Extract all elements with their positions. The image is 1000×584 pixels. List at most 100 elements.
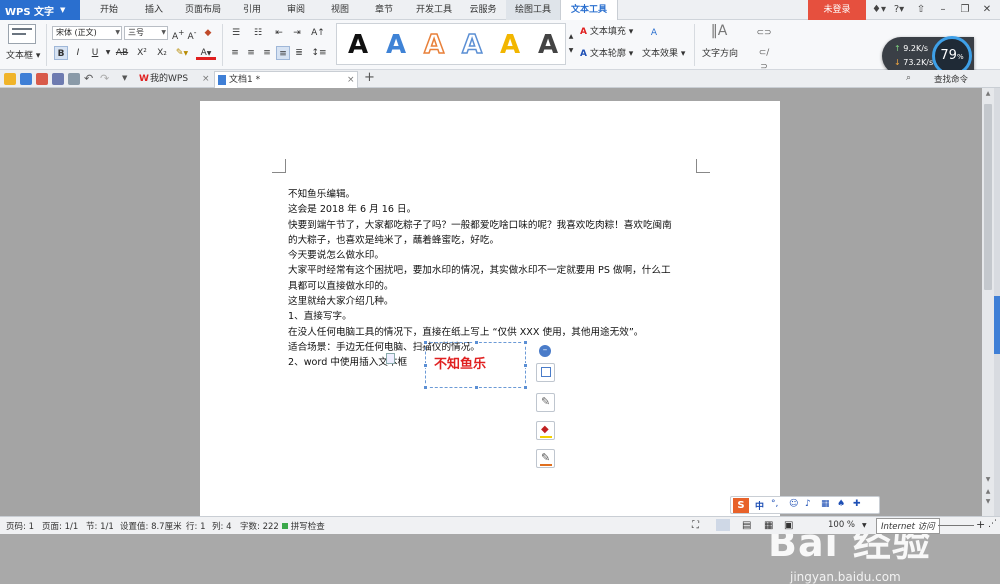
- export-pdf-icon[interactable]: [36, 73, 48, 85]
- underline-dropdown-icon[interactable]: ▼: [104, 46, 112, 60]
- text-effect-icon[interactable]: A: [644, 26, 664, 40]
- punct-icon[interactable]: °,: [771, 499, 778, 509]
- resize-handle[interactable]: [523, 363, 528, 368]
- superscript-button[interactable]: X²: [134, 46, 150, 60]
- login-button[interactable]: 未登录: [808, 0, 866, 20]
- next-page-icon[interactable]: ▼: [984, 498, 992, 505]
- redo-icon[interactable]: ↷: [100, 72, 109, 85]
- textbox-icon[interactable]: [8, 24, 36, 44]
- bullet-list-icon[interactable]: ☰: [228, 26, 244, 40]
- italic-button[interactable]: I: [72, 46, 84, 60]
- text-outline-button[interactable]: A 文本轮廓 ▾: [580, 47, 640, 61]
- search-icon[interactable]: ⌕: [906, 73, 911, 83]
- scroll-down-icon[interactable]: ▼: [984, 476, 992, 483]
- web-view-icon[interactable]: ▤: [742, 520, 751, 531]
- tab-document-1[interactable]: 文档1 * ×: [214, 71, 358, 88]
- resize-handle[interactable]: [423, 340, 428, 345]
- menu-text-tools[interactable]: 文本工具: [560, 0, 618, 20]
- find-command-label[interactable]: 查找命令: [934, 73, 968, 85]
- anchor-icon[interactable]: [386, 353, 395, 364]
- distributed-icon[interactable]: ≣: [292, 46, 306, 60]
- skin-icon[interactable]: ♦▾: [868, 0, 890, 20]
- close-tab-icon[interactable]: ×: [347, 72, 355, 88]
- gallery-style-gray[interactable]: A: [533, 29, 563, 61]
- edit-shape-button[interactable]: ✎: [536, 393, 555, 412]
- menu-reference[interactable]: 引用: [234, 0, 270, 20]
- prev-page-icon[interactable]: ▲: [984, 488, 992, 495]
- new-tab-icon[interactable]: +: [364, 70, 375, 85]
- scroll-up-icon[interactable]: ▲: [984, 90, 992, 97]
- restore-button[interactable]: ❐: [954, 0, 976, 20]
- keyboard-icon[interactable]: ▦: [821, 499, 830, 509]
- reading-view-icon[interactable]: ▣: [784, 520, 793, 531]
- undo-icon[interactable]: ↶: [84, 72, 93, 85]
- grow-font-icon[interactable]: A+: [172, 26, 184, 42]
- numbered-list-icon[interactable]: ☷: [250, 26, 266, 40]
- zoom-level[interactable]: 100 %: [828, 520, 855, 530]
- text-direction-icon[interactable]: ‖A: [708, 24, 730, 44]
- status-pages[interactable]: 页面: 1/1: [42, 520, 78, 532]
- menu-dev-tools[interactable]: 开发工具: [410, 0, 458, 20]
- tab-my-wps[interactable]: W 我的WPS ×: [136, 71, 212, 88]
- align-left-icon[interactable]: ≡: [228, 46, 242, 60]
- layout-options-button[interactable]: [536, 363, 555, 382]
- line-spacing-icon[interactable]: ↕≡: [310, 46, 328, 60]
- link-icon[interactable]: ⊂⊃: [756, 26, 772, 40]
- font-color-icon[interactable]: A▼: [196, 46, 216, 60]
- menu-page-layout[interactable]: 页面布局: [178, 0, 228, 20]
- shrink-font-icon[interactable]: A-: [186, 26, 198, 42]
- text-style-icon[interactable]: A↑: [308, 26, 328, 40]
- menu-home[interactable]: 开始: [90, 0, 128, 20]
- print-icon[interactable]: [52, 73, 64, 85]
- text-direction-button[interactable]: 文字方向: [700, 47, 740, 61]
- unlink-icon[interactable]: ⊂/⊃: [756, 46, 772, 72]
- collapse-icon[interactable]: –: [539, 345, 551, 357]
- gallery-style-orange-outline[interactable]: A: [419, 29, 449, 61]
- emoji-icon[interactable]: ☺: [789, 499, 798, 509]
- ime-toolbar[interactable]: S 中 °, ☺ ♪ ▦ ♠ ✚: [730, 496, 880, 514]
- gallery-style-black[interactable]: A: [343, 29, 373, 61]
- gallery-style-blue-outline[interactable]: A: [457, 29, 487, 61]
- spell-check[interactable]: 拼写检查: [282, 520, 325, 532]
- minimize-button[interactable]: –: [932, 0, 954, 20]
- font-name-select[interactable]: 宋体 (正文) ▼: [52, 26, 122, 40]
- zoom-slider[interactable]: [938, 525, 974, 526]
- text-effect-button[interactable]: 文本效果 ▾: [642, 47, 688, 61]
- save-icon[interactable]: [20, 73, 32, 85]
- resize-handle[interactable]: [523, 385, 528, 390]
- skin-shirt-icon[interactable]: ♠: [837, 499, 845, 509]
- ime-tools-icon[interactable]: ✚: [853, 499, 861, 509]
- app-menu-button[interactable]: WPS 文字 ▼: [0, 0, 80, 20]
- side-pane-toggle[interactable]: [994, 296, 1000, 354]
- underline-button[interactable]: U: [88, 46, 102, 60]
- gallery-scroll-icon[interactable]: ▲ ▼: [567, 30, 575, 54]
- help-icon[interactable]: ?▾: [888, 0, 910, 20]
- close-button[interactable]: ✕: [976, 0, 998, 20]
- align-center-icon[interactable]: ≡: [244, 46, 258, 60]
- shape-outline-button[interactable]: ✎: [536, 449, 555, 468]
- gallery-style-yellow[interactable]: A: [495, 29, 525, 61]
- pin-icon[interactable]: ⇧: [910, 0, 932, 20]
- subscript-button[interactable]: X₂: [154, 46, 170, 60]
- resize-grip-icon[interactable]: ⋰: [988, 519, 997, 529]
- outline-view-icon[interactable]: ▦: [764, 520, 773, 531]
- document-page[interactable]: 不知鱼乐编辑。 这会是 2018 年 6 月 16 日。 快要到端午节了，大家都…: [200, 101, 780, 521]
- open-folder-icon[interactable]: [4, 73, 16, 85]
- customize-dropdown-icon[interactable]: ▼: [122, 74, 127, 82]
- highlight-icon[interactable]: ✎▼: [174, 46, 190, 60]
- gallery-style-blue[interactable]: A: [381, 29, 411, 61]
- zoom-dropdown-icon[interactable]: ▼: [862, 522, 867, 529]
- bold-button[interactable]: B: [54, 46, 68, 60]
- text-box-content[interactable]: 不知鱼乐: [434, 353, 486, 372]
- page-view-icon[interactable]: [716, 519, 730, 531]
- menu-cloud[interactable]: 云服务: [462, 0, 504, 20]
- text-box[interactable]: 不知鱼乐: [423, 340, 528, 390]
- menu-drawing-tools[interactable]: 绘图工具: [506, 0, 560, 20]
- resize-handle[interactable]: [423, 385, 428, 390]
- resize-handle[interactable]: [423, 363, 428, 368]
- font-size-select[interactable]: 三号 ▼: [124, 26, 168, 40]
- align-justify-icon[interactable]: ≡: [276, 46, 290, 60]
- align-right-icon[interactable]: ≡: [260, 46, 274, 60]
- strikethrough-button[interactable]: AB: [114, 46, 130, 60]
- indent-decrease-icon[interactable]: ⇤: [272, 26, 286, 40]
